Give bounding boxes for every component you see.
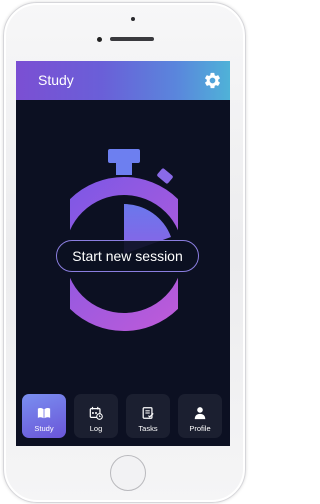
tab-log[interactable]: Log [74, 394, 118, 438]
start-session-button[interactable]: Start new session [56, 240, 199, 272]
proximity-sensor [97, 37, 102, 42]
tab-tasks-label: Tasks [138, 424, 158, 433]
tab-study[interactable]: Study [22, 394, 66, 438]
tab-profile[interactable]: Profile [178, 394, 222, 438]
bottom-tab-bar: Study Log Tasks Profile [16, 391, 230, 441]
front-camera [131, 17, 135, 21]
gear-icon[interactable] [203, 71, 222, 90]
earpiece-speaker [110, 37, 154, 41]
clipboard-icon [142, 407, 154, 419]
tab-tasks[interactable]: Tasks [126, 394, 170, 438]
calendar-icon [89, 406, 103, 420]
tab-profile-label: Profile [189, 424, 211, 433]
tab-study-label: Study [34, 424, 54, 433]
tab-log-label: Log [89, 424, 103, 433]
book-icon [37, 408, 51, 419]
page-title: Study [38, 72, 74, 88]
home-button[interactable] [110, 455, 146, 491]
person-icon [194, 407, 206, 420]
app-header: Study [16, 61, 230, 100]
app-screen: Study Start new session Study Log Tasks … [16, 61, 230, 446]
